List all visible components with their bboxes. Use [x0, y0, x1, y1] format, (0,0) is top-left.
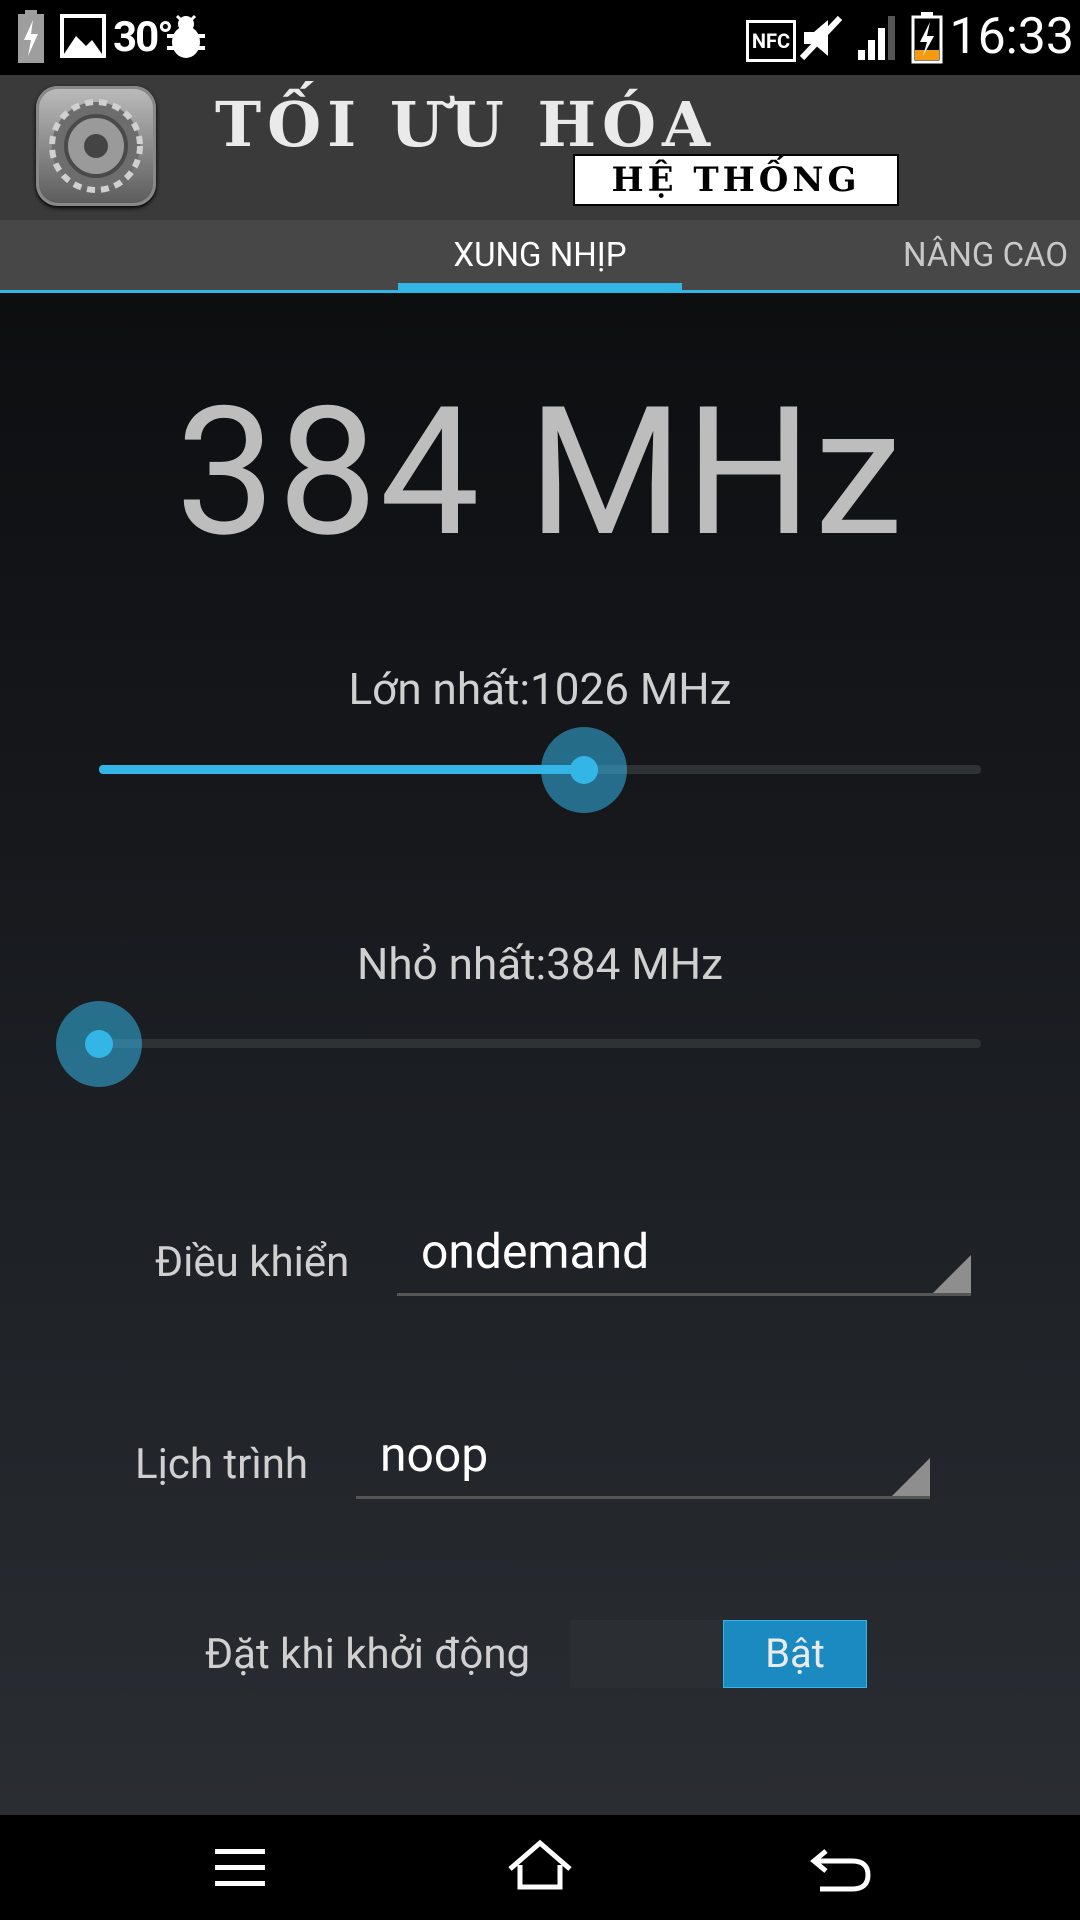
max-slider-thumb[interactable] [541, 727, 628, 813]
tab-xung-nhip[interactable]: XUNG NHỊP [398, 220, 682, 292]
image-icon [60, 14, 106, 58]
toggle-on-label: Bật [723, 1620, 867, 1688]
app-title: TỐI ƯU HÓA [215, 88, 717, 161]
max-slider-fill [99, 765, 585, 774]
back-icon[interactable] [780, 1837, 900, 1899]
dropdown-arrow-icon [892, 1458, 930, 1496]
bug-icon [167, 14, 205, 58]
tab-active-indicator [398, 283, 682, 290]
clock-time: 16:33 [949, 8, 1074, 66]
menu-icon[interactable] [180, 1837, 300, 1899]
set-on-boot-toggle[interactable]: Bật [570, 1620, 867, 1688]
set-on-boot-label: Đặt khi khởi động [205, 1630, 531, 1679]
min-slider-track[interactable] [99, 1039, 981, 1048]
app-logo-icon[interactable] [36, 86, 156, 206]
dropdown-arrow-icon [933, 1255, 971, 1293]
battery-icon [911, 12, 943, 64]
battery-charging-icon [18, 10, 44, 63]
tab-bar: XUNG NHỊP NÂNG CAO [0, 220, 1080, 293]
governor-value: ondemand [421, 1223, 650, 1280]
governor-label: Điều khiển [155, 1238, 350, 1287]
max-frequency-label: Lớn nhất:1026 MHz [348, 663, 732, 715]
mute-icon [799, 15, 842, 61]
governor-dropdown[interactable]: ondemand [397, 1211, 971, 1296]
scheduler-dropdown[interactable]: noop [356, 1414, 930, 1499]
home-icon[interactable] [480, 1837, 600, 1899]
min-frequency-label: Nhỏ nhất:384 MHz [357, 938, 723, 990]
navigation-bar [0, 1815, 1080, 1920]
max-slider-thumb-dot [570, 756, 599, 784]
main-content: 384 MHz Lớn nhất:1026 MHz Nhỏ nhất:384 M… [0, 293, 1080, 1815]
nfc-icon: NFC [746, 20, 796, 62]
scheduler-label: Lịch trình [135, 1440, 309, 1489]
current-frequency: 384 MHz [175, 369, 905, 577]
app-subtitle-box: HỆ THỐNG [573, 154, 899, 206]
status-bar: 30° NFC 16:33 [0, 0, 1080, 75]
app-header: TỐI ƯU HÓA HỆ THỐNG [0, 75, 1080, 220]
app-subtitle: HỆ THỐNG [611, 160, 861, 200]
gear-icon [49, 99, 143, 193]
min-slider-thumb[interactable] [56, 1001, 142, 1087]
signal-icon [858, 16, 895, 60]
tab-nang-cao[interactable]: NÂNG CAO [903, 220, 1068, 292]
min-slider-thumb-dot [85, 1030, 113, 1058]
scheduler-value: noop [380, 1426, 489, 1483]
